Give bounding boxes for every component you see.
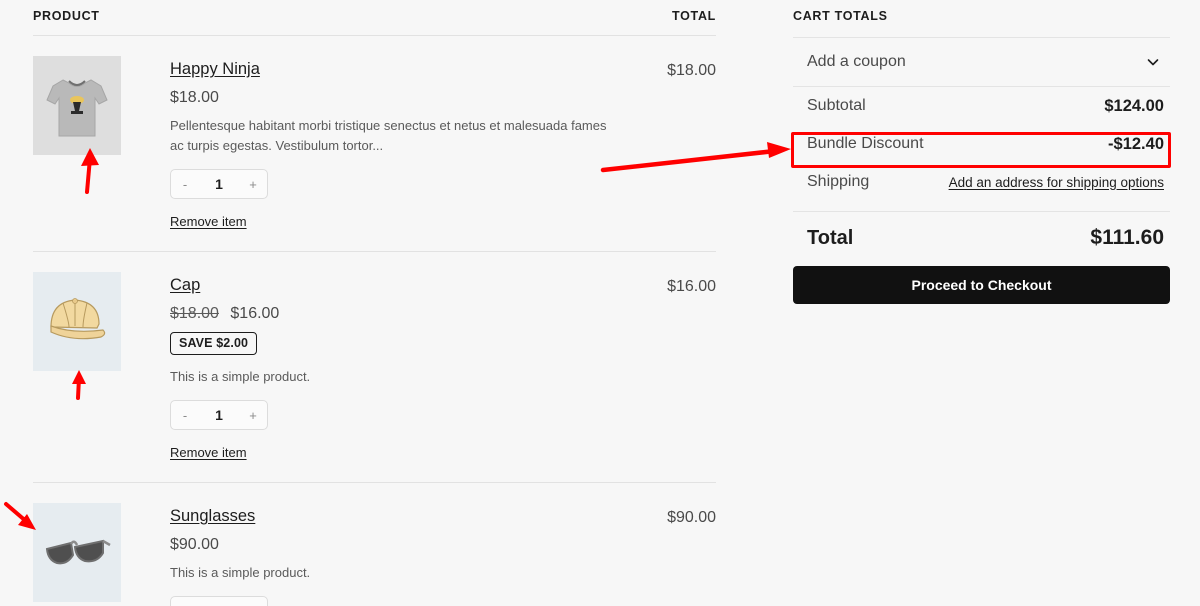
totals-row-bundle-discount: Bundle Discount -$12.40 — [793, 125, 1170, 163]
product-price-current: $16.00 — [230, 305, 280, 322]
quantity-stepper[interactable]: - 1 + — [170, 169, 268, 199]
quantity-decrease-button[interactable]: - — [171, 597, 199, 606]
cart-page: PRODUCT TOTAL Happy Ninja $18.00 Pellent… — [0, 0, 1200, 606]
product-name-link[interactable]: Sunglasses — [170, 507, 255, 526]
quantity-value[interactable]: 1 — [199, 407, 239, 423]
quantity-decrease-button[interactable]: - — [171, 170, 199, 198]
product-price-current: $18.00 — [170, 89, 219, 106]
totals-row-value: -$12.40 — [1108, 134, 1164, 153]
table-row: Cap $18.00 $16.00 SAVE $2.00 This is a s… — [33, 252, 716, 483]
product-price: $90.00 — [170, 536, 620, 554]
cart-table-header: PRODUCT TOTAL — [33, 0, 716, 36]
grand-total-row: Total $111.60 — [793, 212, 1170, 266]
quantity-increase-button[interactable]: + — [239, 597, 267, 606]
proceed-to-checkout-button[interactable]: Proceed to Checkout — [793, 266, 1170, 304]
cap-thumbnail[interactable] — [33, 272, 121, 371]
quantity-increase-button[interactable]: + — [239, 170, 267, 198]
totals-row-subtotal: Subtotal $124.00 — [793, 87, 1170, 125]
product-info: Happy Ninja $18.00 Pellentesque habitant… — [137, 56, 620, 229]
column-header-product: PRODUCT — [33, 9, 100, 23]
product-name-link[interactable]: Happy Ninja — [170, 60, 260, 79]
remove-item-link[interactable]: Remove item — [170, 445, 620, 460]
product-thumbnail-cell — [33, 272, 137, 460]
grand-total-label: Total — [807, 226, 854, 249]
totals-row-value: $124.00 — [1104, 96, 1164, 115]
sunglasses-thumbnail[interactable] — [33, 503, 121, 602]
status-badge: SAVE $2.00 — [170, 332, 258, 355]
cart-items-table: PRODUCT TOTAL Happy Ninja $18.00 Pellent… — [33, 0, 716, 606]
tshirt-icon — [33, 56, 121, 155]
product-price-current: $90.00 — [170, 536, 219, 553]
add-shipping-address-link[interactable]: Add an address for shipping options — [949, 175, 1164, 190]
add-coupon-label: Add a coupon — [807, 53, 906, 70]
cart-totals-title: CART TOTALS — [793, 9, 888, 23]
table-row: Sunglasses $90.00 This is a simple produ… — [33, 483, 716, 606]
line-total: $16.00 — [667, 278, 716, 295]
grand-total-value: $111.60 — [1090, 226, 1164, 249]
product-price-original: $18.00 — [170, 305, 219, 322]
remove-item-link[interactable]: Remove item — [170, 214, 620, 229]
quantity-stepper[interactable]: - 1 + — [170, 400, 268, 430]
line-total: $18.00 — [667, 62, 716, 79]
cap-icon — [33, 272, 121, 371]
totals-row-shipping: Shipping Add an address for shipping opt… — [793, 163, 1170, 201]
totals-row-label: Subtotal — [807, 97, 866, 114]
cart-totals-panel: CART TOTALS Add a coupon Subtotal $124.0… — [793, 0, 1170, 304]
product-thumbnail-cell — [33, 56, 137, 229]
quantity-decrease-button[interactable]: - — [171, 401, 199, 429]
product-price: $18.00 — [170, 89, 620, 107]
product-info: Cap $18.00 $16.00 SAVE $2.00 This is a s… — [137, 272, 620, 460]
product-description: This is a simple product. — [170, 369, 311, 384]
product-description: This is a simple product. — [170, 565, 311, 580]
totals-row-label: Shipping — [807, 173, 870, 190]
tshirt-thumbnail[interactable] — [33, 56, 121, 155]
quantity-increase-button[interactable]: + — [239, 401, 267, 429]
chevron-down-icon[interactable] — [1146, 55, 1160, 69]
sunglasses-icon — [33, 503, 121, 602]
product-name-link[interactable]: Cap — [170, 276, 200, 295]
product-info: Sunglasses $90.00 This is a simple produ… — [137, 503, 620, 606]
table-row: Happy Ninja $18.00 Pellentesque habitant… — [33, 36, 716, 252]
totals-row-label: Bundle Discount — [807, 135, 924, 152]
product-description: Pellentesque habitant morbi tristique se… — [170, 118, 607, 153]
add-coupon-toggle[interactable]: Add a coupon — [793, 37, 1170, 87]
quantity-value[interactable]: 1 — [199, 176, 239, 192]
line-total: $90.00 — [667, 509, 716, 526]
column-header-total: TOTAL — [672, 9, 716, 23]
product-thumbnail-cell — [33, 503, 137, 606]
product-price: $18.00 $16.00 — [170, 305, 620, 323]
quantity-stepper[interactable]: - 1 + — [170, 596, 268, 606]
